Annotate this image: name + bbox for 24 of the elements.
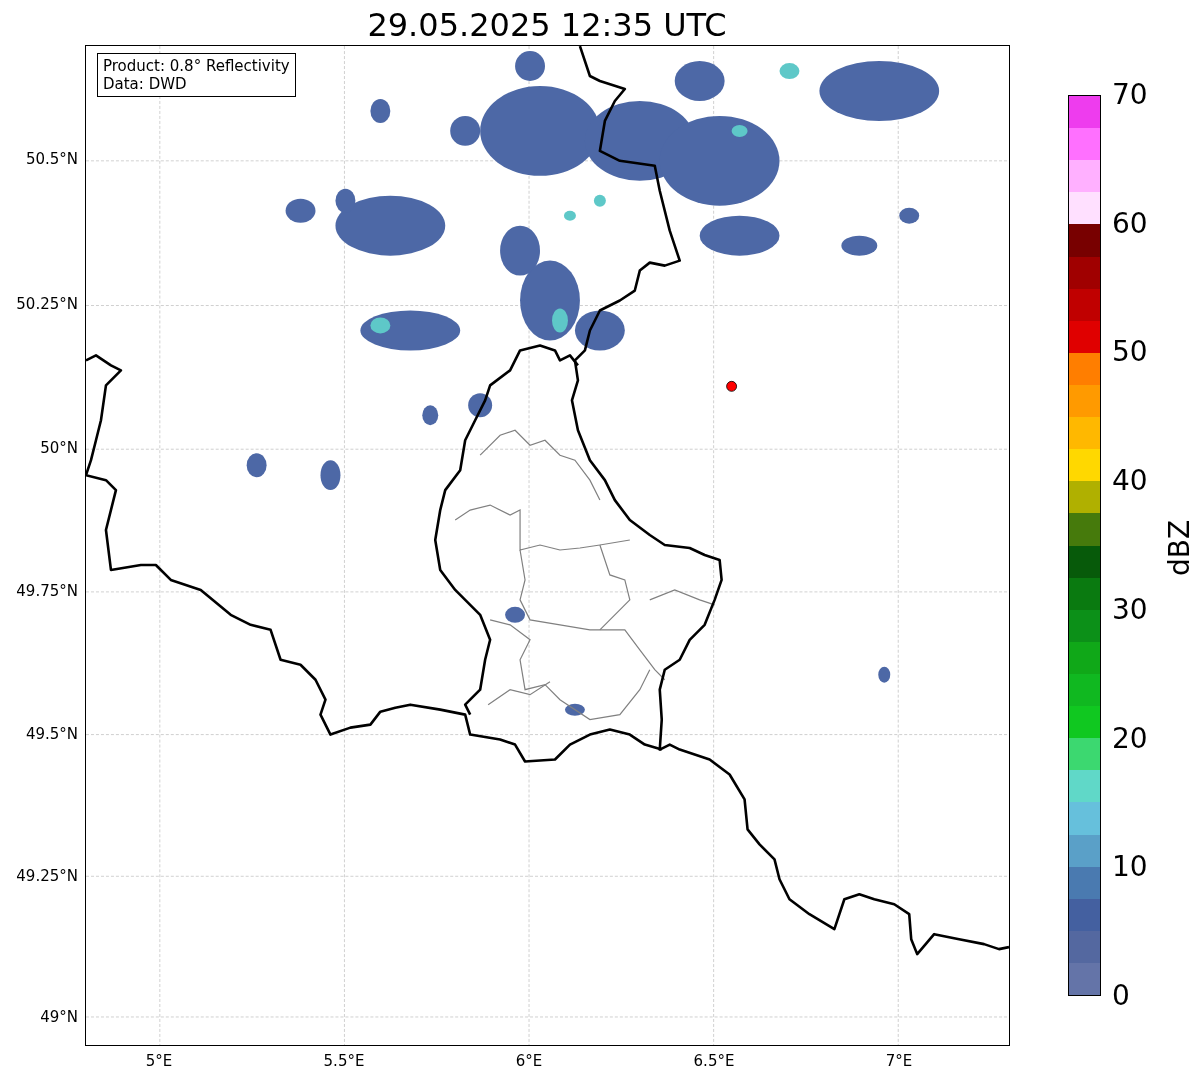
colorbar-tick-label: 30 bbox=[1112, 595, 1148, 624]
colorbar-tick-label: 70 bbox=[1112, 81, 1148, 109]
x-tick-label: 6°E bbox=[515, 1054, 543, 1069]
y-tick-label: 49°N bbox=[40, 1010, 78, 1025]
x-tick-label: 7°E bbox=[885, 1054, 913, 1069]
y-tick-label: 50.25°N bbox=[16, 297, 78, 312]
y-tick-label: 49.25°N bbox=[16, 869, 78, 884]
colorbar-tick-label: 40 bbox=[1112, 467, 1148, 496]
chart-title: 29.05.2025 12:35 UTC bbox=[367, 9, 727, 41]
colorbar-tick-label: 20 bbox=[1112, 724, 1148, 753]
y-tick-label: 49.75°N bbox=[16, 584, 78, 599]
colorbar-tick-label: 50 bbox=[1112, 338, 1148, 367]
colorbar-tick-label: 60 bbox=[1112, 209, 1148, 238]
info-text: Data: DWD bbox=[103, 75, 188, 93]
x-tick-label: 6.5°E bbox=[693, 1054, 735, 1069]
colorbar-tick-label: 10 bbox=[1112, 853, 1148, 882]
x-tick-label: 5°E bbox=[145, 1054, 173, 1069]
y-tick-label: 50°N bbox=[40, 441, 78, 456]
colorbar-tick-label: 0 bbox=[1112, 982, 1130, 1010]
colorbar-label: dBZ bbox=[1166, 519, 1194, 577]
y-tick-label: 50.5°N bbox=[25, 152, 78, 167]
info-text: Product: 0.8° Reflectivity bbox=[103, 57, 290, 75]
y-tick-label: 49.5°N bbox=[25, 727, 78, 742]
x-tick-label: 5.5°E bbox=[323, 1054, 365, 1069]
